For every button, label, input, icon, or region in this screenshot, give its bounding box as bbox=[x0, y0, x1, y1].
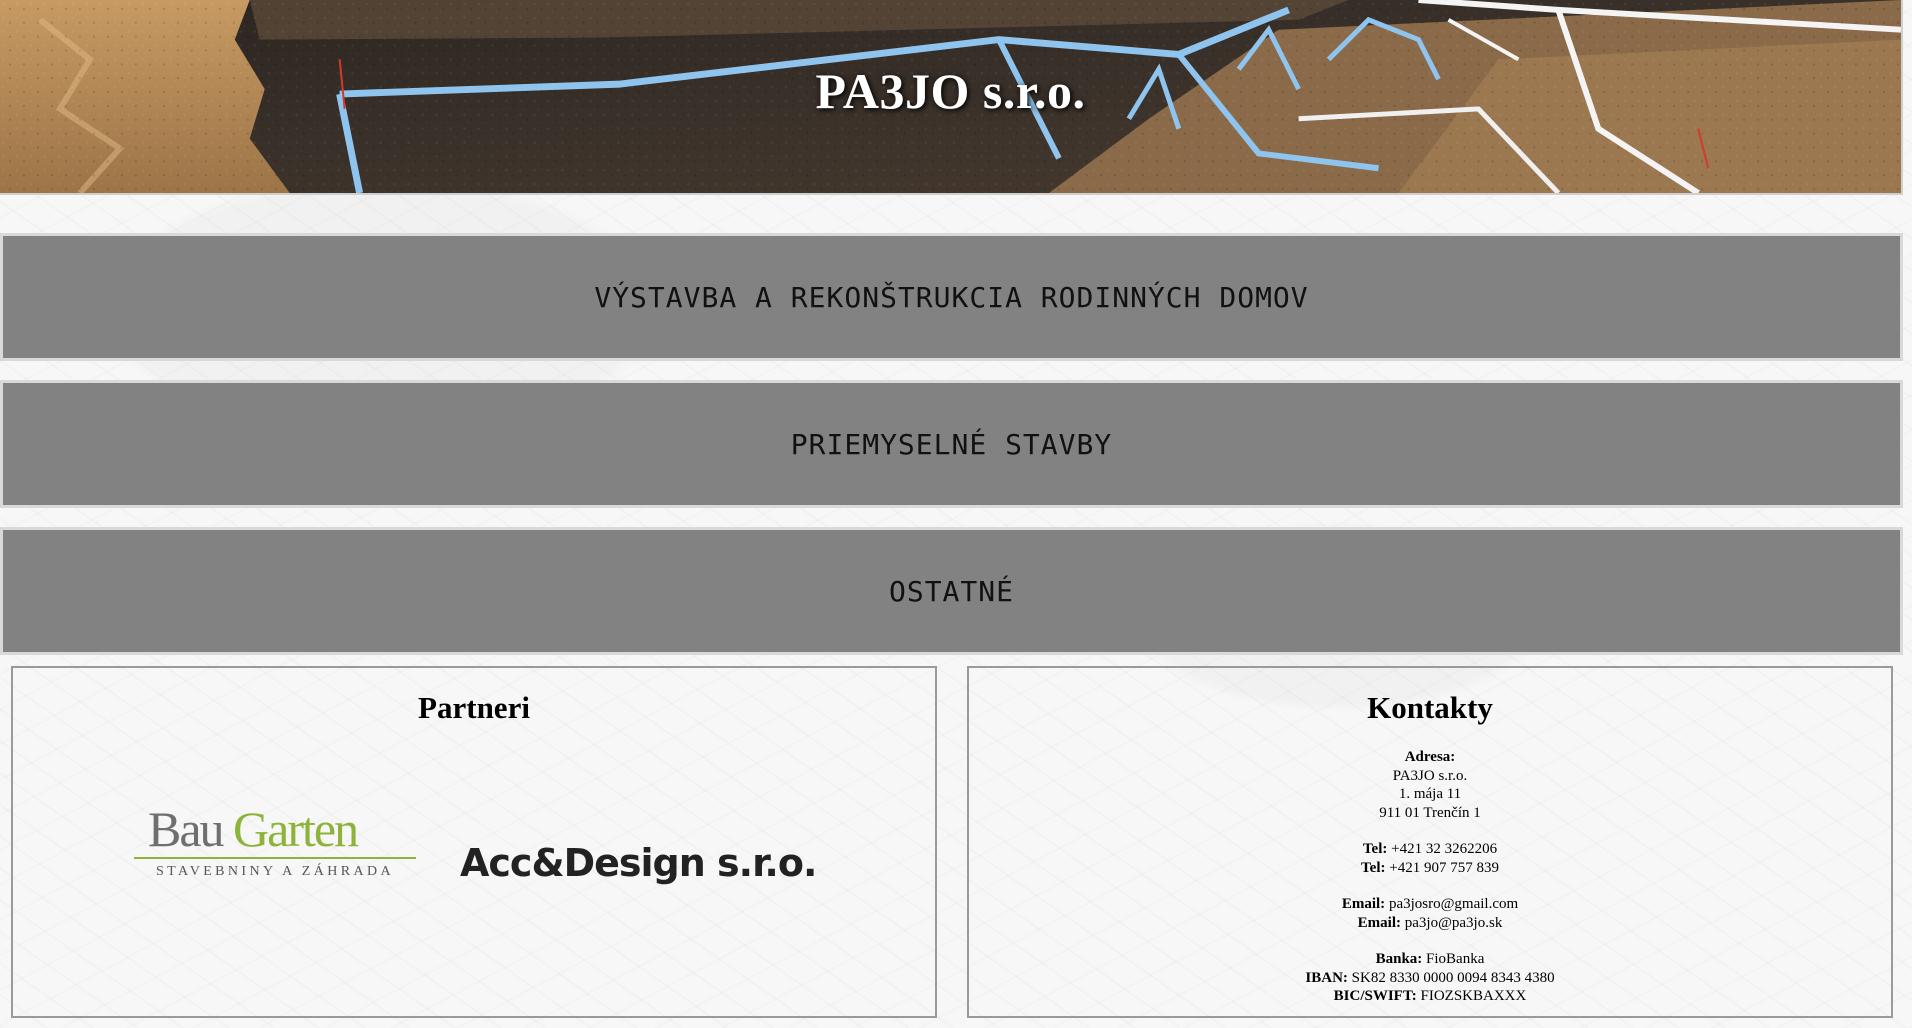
bank-label: Banka: bbox=[1375, 951, 1423, 967]
baugarten-logo-tagline: STAVEBNINY A ZÁHRADA bbox=[155, 864, 394, 879]
contact-details: Adresa: PA3JO s.r.o. 1. mája 11 911 01 T… bbox=[969, 748, 1891, 1006]
baugarten-logo[interactable]: Bau Garten STAVEBNINY A ZÁHRADA bbox=[134, 801, 424, 881]
hero-banner: PA3JO s.r.o. bbox=[0, 0, 1903, 195]
swift-line: BIC/SWIFT: FIOZSKBAXXX bbox=[969, 987, 1891, 1006]
baugarten-logo-wordmark: Bau Garten bbox=[148, 801, 359, 857]
email-label: Email: bbox=[1341, 896, 1386, 912]
baugarten-logo-rule bbox=[134, 857, 416, 859]
category-industrial-buildings-button[interactable]: PRIEMYSELNÉ STAVBY bbox=[0, 380, 1903, 508]
category-label: OSTATNÉ bbox=[888, 574, 1014, 608]
email-line: Email: pa3jo@pa3jo.sk bbox=[969, 914, 1891, 933]
phone-number[interactable]: +421 32 3262206 bbox=[1391, 841, 1497, 857]
email-line: Email: pa3josro@gmail.com bbox=[969, 895, 1891, 914]
phone-line: Tel: +421 32 3262206 bbox=[969, 840, 1891, 859]
swift-label: BIC/SWIFT: bbox=[1333, 988, 1417, 1004]
email-link[interactable]: pa3josro@gmail.com bbox=[1389, 896, 1518, 912]
address-line: PA3JO s.r.o. bbox=[1392, 767, 1468, 784]
category-other-button[interactable]: OSTATNÉ bbox=[0, 527, 1903, 655]
swift-value: FIOZSKBAXXX bbox=[1420, 988, 1527, 1004]
category-family-houses-button[interactable]: VÝSTAVBA A REKONŠTRUKCIA RODINNÝCH DOMOV bbox=[0, 233, 1903, 361]
iban-value: SK82 8330 0000 0094 8343 4380 bbox=[1351, 969, 1555, 986]
phone-number[interactable]: +421 907 757 839 bbox=[1389, 860, 1499, 876]
partners-title: Partneri bbox=[418, 690, 530, 725]
email-link[interactable]: pa3jo@pa3jo.sk bbox=[1405, 915, 1503, 931]
bank-value: FioBanka bbox=[1426, 951, 1485, 967]
category-label: PRIEMYSELNÉ STAVBY bbox=[790, 427, 1113, 461]
phone-line: Tel: +421 907 757 839 bbox=[969, 859, 1891, 878]
contacts-panel: Kontakty Adresa: PA3JO s.r.o. 1. mája 11… bbox=[967, 666, 1893, 1018]
address-label: Adresa: bbox=[1404, 749, 1456, 765]
site-title: PA3JO s.r.o. bbox=[815, 63, 1086, 119]
iban-line: IBAN: SK82 8330 0000 0094 8343 4380 bbox=[969, 969, 1891, 988]
contacts-title: Kontakty bbox=[1367, 690, 1493, 725]
iban-label: IBAN: bbox=[1305, 969, 1348, 986]
phone-label: Tel: bbox=[1362, 841, 1388, 857]
baugarten-logo-bau: Bau bbox=[148, 801, 225, 857]
phone-label: Tel: bbox=[1361, 859, 1386, 876]
email-label: Email: bbox=[1357, 914, 1402, 931]
partners-panel: Partneri Bau Garten STAVEBNINY A ZÁHRADA… bbox=[11, 666, 937, 1018]
baugarten-logo-garten: Garten bbox=[233, 801, 359, 857]
address-line: 911 01 Trenčín 1 bbox=[1379, 804, 1481, 821]
category-label: VÝSTAVBA A REKONŠTRUKCIA RODINNÝCH DOMOV bbox=[594, 280, 1309, 314]
accdesign-logo[interactable]: Acc&Design s.r.o. bbox=[460, 841, 817, 885]
bank-line: Banka: FioBanka bbox=[969, 950, 1891, 969]
address-line: 1. mája 11 bbox=[1398, 786, 1462, 802]
